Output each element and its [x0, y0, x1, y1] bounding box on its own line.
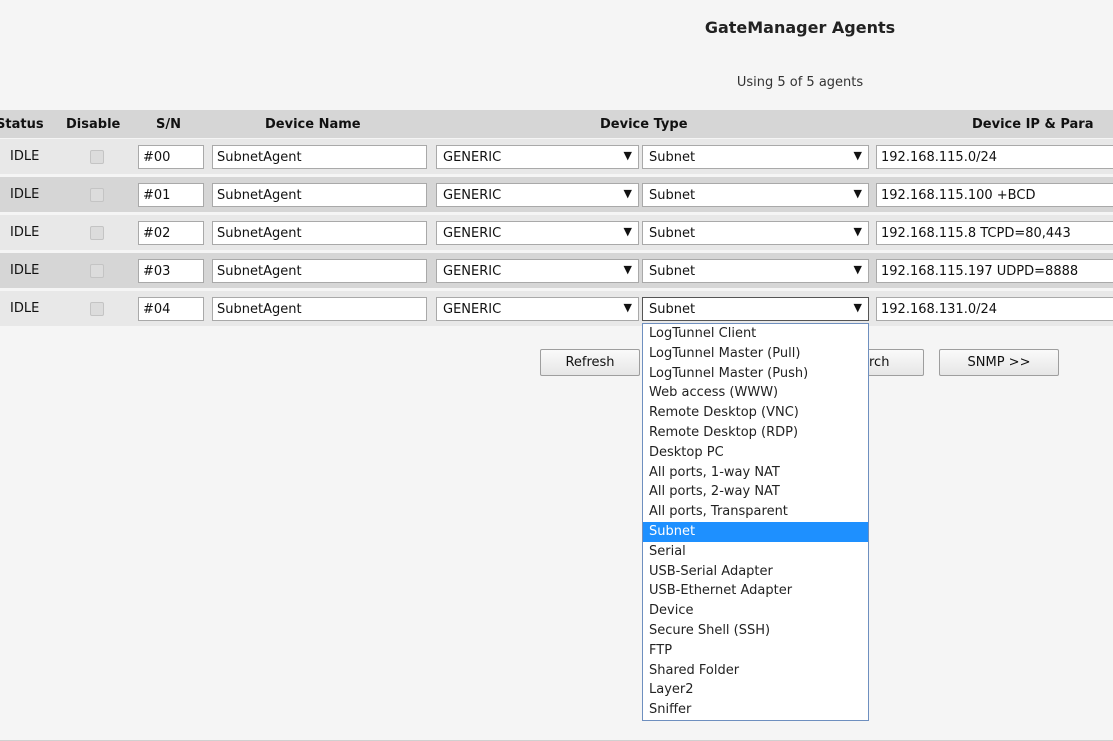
triangle-down-icon: ▼: [623, 187, 632, 200]
disable-checkbox[interactable]: [90, 188, 104, 202]
triangle-down-icon: ▼: [853, 149, 862, 162]
device-type-select-open[interactable]: Subnet ▼: [642, 297, 869, 321]
option-layer2[interactable]: Layer2: [643, 680, 868, 700]
header-status: Status: [0, 117, 44, 132]
device-name-input[interactable]: SubnetAgent: [212, 259, 427, 283]
device-ip-input[interactable]: 192.168.115.100 +BCD: [876, 183, 1113, 207]
agent-usage-text: Using 5 of 5 agents: [736, 75, 864, 90]
option-shared-folder[interactable]: Shared Folder: [643, 661, 868, 681]
device-type-value: Subnet: [649, 302, 696, 317]
device-type-value: Subnet: [649, 150, 696, 165]
triangle-down-icon: ▼: [623, 225, 632, 238]
sn-input[interactable]: #02: [138, 221, 204, 245]
device-type-value: Subnet: [649, 226, 696, 241]
device-name-input[interactable]: SubnetAgent: [212, 297, 427, 321]
device-type-select[interactable]: Subnet ▼: [642, 145, 869, 169]
vendor-select[interactable]: GENERIC ▼: [436, 297, 639, 321]
triangle-down-icon: ▼: [853, 187, 862, 200]
header-device-ip: Device IP & Para: [972, 117, 1094, 132]
triangle-down-icon: ▼: [853, 301, 862, 314]
header-device-type: Device Type: [600, 117, 688, 132]
vendor-value: GENERIC: [443, 188, 502, 203]
vendor-select[interactable]: GENERIC ▼: [436, 259, 639, 283]
disable-checkbox[interactable]: [90, 302, 104, 316]
device-name-input[interactable]: SubnetAgent: [212, 145, 427, 169]
header-sn: S/N: [156, 117, 181, 132]
option-all-ports-2-way-nat[interactable]: All ports, 2-way NAT: [643, 482, 868, 502]
option-all-ports-1-way-nat[interactable]: All ports, 1-way NAT: [643, 463, 868, 483]
status-cell: IDLE: [10, 225, 40, 240]
status-cell: IDLE: [10, 301, 40, 316]
vendor-value: GENERIC: [443, 226, 502, 241]
option-serial[interactable]: Serial: [643, 542, 868, 562]
disable-checkbox[interactable]: [90, 264, 104, 278]
table-row: IDLE #01 SubnetAgent GENERIC ▼ Subnet ▼ …: [0, 177, 1113, 212]
triangle-down-icon: ▼: [623, 149, 632, 162]
agents-panel: GateManager Agents Using 5 of 5 agents S…: [0, 0, 1113, 741]
sn-input[interactable]: #04: [138, 297, 204, 321]
vendor-select[interactable]: GENERIC ▼: [436, 221, 639, 245]
device-name-input[interactable]: SubnetAgent: [212, 221, 427, 245]
sn-input[interactable]: #01: [138, 183, 204, 207]
option-usb-serial-adapter[interactable]: USB-Serial Adapter: [643, 562, 868, 582]
triangle-down-icon: ▼: [853, 225, 862, 238]
triangle-down-icon: ▼: [853, 263, 862, 276]
header-device-name: Device Name: [265, 117, 361, 132]
option-remote-desktop-vnc[interactable]: Remote Desktop (VNC): [643, 403, 868, 423]
option-usb-ethernet-adapter[interactable]: USB-Ethernet Adapter: [643, 581, 868, 601]
option-logtunnel-master-push[interactable]: LogTunnel Master (Push): [643, 364, 868, 384]
vendor-value: GENERIC: [443, 302, 502, 317]
option-logtunnel-client[interactable]: LogTunnel Client: [643, 324, 868, 344]
status-cell: IDLE: [10, 263, 40, 278]
snmp-button[interactable]: SNMP >>: [939, 349, 1059, 376]
header-disable: Disable: [66, 117, 121, 132]
table-row: IDLE #02 SubnetAgent GENERIC ▼ Subnet ▼ …: [0, 215, 1113, 250]
vendor-value: GENERIC: [443, 264, 502, 279]
option-all-ports-transparent[interactable]: All ports, Transparent: [643, 502, 868, 522]
device-ip-input[interactable]: 192.168.115.8 TCPD=80,443: [876, 221, 1113, 245]
status-cell: IDLE: [10, 187, 40, 202]
device-type-select[interactable]: Subnet ▼: [642, 259, 869, 283]
option-ftp[interactable]: FTP: [643, 641, 868, 661]
option-subnet[interactable]: Subnet: [643, 521, 868, 542]
device-ip-input[interactable]: 192.168.131.0/24: [876, 297, 1113, 321]
refresh-button[interactable]: Refresh: [540, 349, 640, 376]
triangle-down-icon: ▼: [623, 263, 632, 276]
vendor-select[interactable]: GENERIC ▼: [436, 145, 639, 169]
vendor-select[interactable]: GENERIC ▼: [436, 183, 639, 207]
vendor-value: GENERIC: [443, 150, 502, 165]
disable-checkbox[interactable]: [90, 226, 104, 240]
device-type-value: Subnet: [649, 264, 696, 279]
device-ip-input[interactable]: 192.168.115.197 UDPD=8888: [876, 259, 1113, 283]
device-ip-input[interactable]: 192.168.115.0/24: [876, 145, 1113, 169]
table-row: IDLE #00 SubnetAgent GENERIC ▼ Subnet ▼ …: [0, 139, 1113, 174]
triangle-down-icon: ▼: [623, 301, 632, 314]
option-logtunnel-master-pull[interactable]: LogTunnel Master (Pull): [643, 344, 868, 364]
sn-input[interactable]: #00: [138, 145, 204, 169]
device-type-value: Subnet: [649, 188, 696, 203]
status-cell: IDLE: [10, 149, 40, 164]
table-header: Status Disable S/N Device Name Device Ty…: [0, 110, 1113, 138]
device-type-select[interactable]: Subnet ▼: [642, 183, 869, 207]
option-sniffer[interactable]: Sniffer: [643, 700, 868, 720]
option-device[interactable]: Device: [643, 601, 868, 621]
sn-input[interactable]: #03: [138, 259, 204, 283]
table-row: IDLE #04 SubnetAgent GENERIC ▼ Subnet ▼ …: [0, 291, 1113, 326]
device-type-select[interactable]: Subnet ▼: [642, 221, 869, 245]
disable-checkbox[interactable]: [90, 150, 104, 164]
device-name-input[interactable]: SubnetAgent: [212, 183, 427, 207]
device-type-dropdown-list[interactable]: LogTunnel Client LogTunnel Master (Pull)…: [642, 323, 869, 721]
option-remote-desktop-rdp[interactable]: Remote Desktop (RDP): [643, 423, 868, 443]
table-row: IDLE #03 SubnetAgent GENERIC ▼ Subnet ▼ …: [0, 253, 1113, 288]
option-web-access[interactable]: Web access (WWW): [643, 383, 868, 403]
option-desktop-pc[interactable]: Desktop PC: [643, 443, 868, 463]
option-secure-shell[interactable]: Secure Shell (SSH): [643, 621, 868, 641]
page-title: GateManager Agents: [704, 18, 896, 37]
